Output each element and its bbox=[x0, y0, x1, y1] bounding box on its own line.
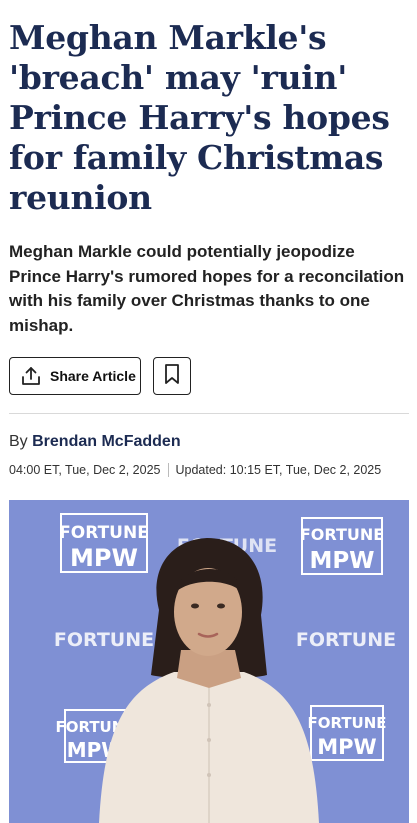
backdrop-mpw-text: MPW bbox=[317, 735, 376, 759]
backdrop-fortune-text: FORTUNE bbox=[54, 629, 154, 651]
share-icon bbox=[20, 365, 42, 387]
published-date: 04:00 ET, Tue, Dec 2, 2025 bbox=[9, 463, 161, 477]
byline: By Brendan McFadden bbox=[9, 433, 181, 451]
backdrop-fortune-text: FORTUNE bbox=[296, 629, 396, 651]
backdrop-logo: FORTUNE MPW bbox=[300, 517, 384, 575]
author-link[interactable]: Brendan McFadden bbox=[32, 433, 180, 450]
backdrop-fortune-text: FORTUNE bbox=[300, 525, 384, 544]
byline-prefix: By bbox=[9, 433, 28, 450]
article-dates: 04:00 ET, Tue, Dec 2, 2025 Updated: 10:1… bbox=[9, 463, 381, 477]
bookmark-icon bbox=[163, 363, 181, 390]
date-separator bbox=[167, 463, 169, 477]
backdrop-mpw-text: MPW bbox=[70, 544, 138, 572]
article-photo[interactable]: FORTUNE MPW FORTUNE MPW FORTUNE FORTUNE … bbox=[9, 500, 409, 823]
backdrop-fortune-text: FORTUNE bbox=[59, 523, 149, 543]
divider bbox=[9, 413, 409, 414]
share-article-button[interactable]: Share Article bbox=[9, 357, 141, 395]
photo-illustration: FORTUNE MPW FORTUNE MPW FORTUNE FORTUNE … bbox=[9, 500, 409, 823]
article-headline: Meghan Markle's 'breach' may 'ruin' Prin… bbox=[9, 18, 390, 217]
backdrop-fortune-text: FORTUNE bbox=[307, 714, 386, 732]
updated-date: Updated: 10:15 ET, Tue, Dec 2, 2025 bbox=[175, 463, 382, 477]
article-dek: Meghan Markle could potentially jeopodiz… bbox=[9, 242, 405, 335]
bookmark-button[interactable] bbox=[153, 357, 191, 395]
backdrop-mpw-text: MPW bbox=[309, 548, 374, 574]
backdrop-logo: FORTUNE MPW bbox=[307, 705, 387, 761]
share-article-label: Share Article bbox=[50, 368, 136, 384]
backdrop-logo: FORTUNE MPW bbox=[59, 513, 149, 573]
